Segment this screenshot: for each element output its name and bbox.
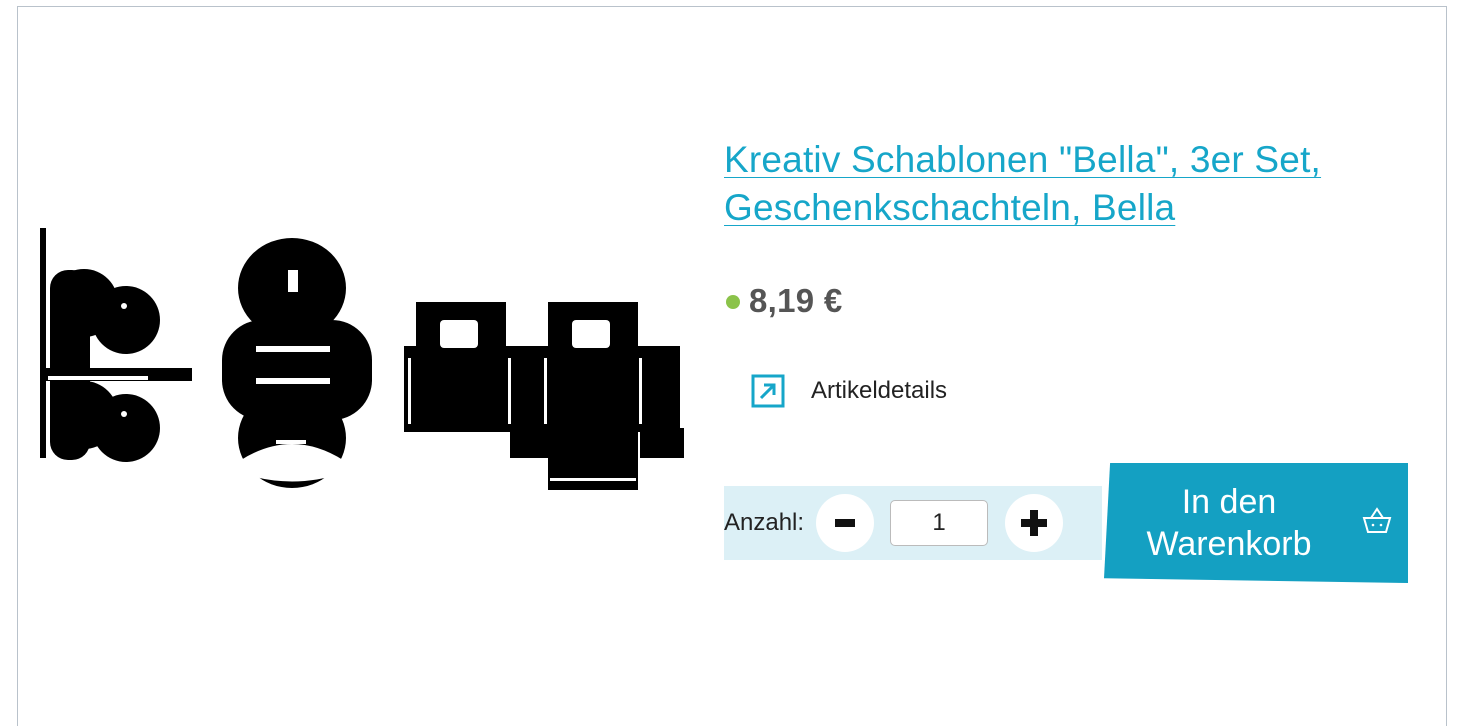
rect-box-template [404, 302, 684, 490]
add-to-cart-button[interactable]: In den Warenkorb [1104, 463, 1408, 583]
plus-icon [1021, 510, 1048, 536]
quantity-decrease-button[interactable] [816, 494, 875, 552]
basket-icon [1362, 507, 1392, 533]
quantity-increase-button[interactable] [1005, 494, 1064, 552]
article-details-link[interactable]: Artikeldetails [751, 374, 947, 408]
quantity-input[interactable] [890, 500, 989, 546]
quantity-label: Anzahl: [724, 509, 805, 536]
product-image[interactable] [36, 228, 686, 498]
add-to-cart-label: In den Warenkorb [1146, 483, 1312, 563]
product-title-link[interactable]: Kreativ Schablonen "Bella", 3er Set, Ges… [724, 136, 1364, 232]
product-price: 8,19 € [749, 282, 843, 319]
minus-icon [835, 519, 856, 527]
stock-indicator [726, 295, 740, 309]
heart-template [40, 228, 192, 462]
article-details-label: Artikeldetails [811, 377, 948, 404]
external-link-icon [751, 374, 785, 408]
round-box-template [222, 238, 372, 488]
price-row: 8,19 € [726, 282, 843, 320]
quantity-area: Anzahl: [724, 486, 1102, 560]
